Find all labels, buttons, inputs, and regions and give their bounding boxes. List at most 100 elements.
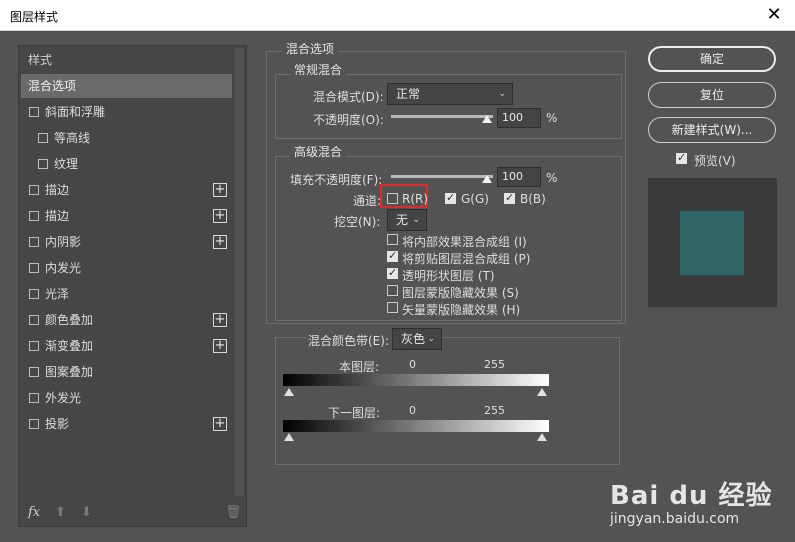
option-checkbox-vector-mask-hides[interactable] xyxy=(387,302,398,313)
ok-button[interactable]: 确定 xyxy=(648,46,776,72)
style-item-checkbox[interactable] xyxy=(29,393,39,403)
channel-g-checkbox[interactable] xyxy=(445,191,456,204)
dialog-body: 样式 混合选项 斜面和浮雕 等高线 纹理 描边 + 描边 + 内阴影 + 内发光… xyxy=(0,31,795,542)
channel-r-label[interactable]: R(R) xyxy=(402,192,428,206)
chevron-down-icon: ⌄ xyxy=(427,334,435,344)
style-item-checkbox[interactable] xyxy=(29,211,39,221)
fill-opacity-percent: % xyxy=(546,171,558,185)
underlying-layer-white-handle[interactable] xyxy=(537,433,547,441)
knockout-label: 挖空(N): xyxy=(334,215,381,229)
this-layer-label: 本图层: xyxy=(339,360,380,374)
option-label-transparency-shapes[interactable]: 透明形状图层 (T) xyxy=(402,267,495,284)
style-item-inner-glow[interactable]: 内发光 xyxy=(21,256,232,280)
style-item-checkbox[interactable] xyxy=(29,419,39,429)
knockout-select[interactable]: 无 ⌄ xyxy=(387,209,427,231)
opacity-input[interactable]: 100 xyxy=(497,108,541,128)
style-item-label: 内阴影 xyxy=(45,235,82,249)
style-item-checkbox[interactable] xyxy=(29,367,39,377)
style-list-scrollbar[interactable] xyxy=(233,48,245,496)
this-layer-max: 255 xyxy=(484,358,505,371)
style-item-inner-shadow[interactable]: 内阴影 + xyxy=(21,230,232,254)
style-item-checkbox[interactable] xyxy=(29,315,39,325)
watermark-brand: Bai du 经验 xyxy=(610,481,773,511)
preview-swatch xyxy=(680,211,744,275)
style-item-blending-options[interactable]: 混合选项 xyxy=(21,74,232,98)
channel-r-checkbox[interactable] xyxy=(387,193,398,204)
general-blending-title: 常规混合 xyxy=(290,61,347,78)
style-item-satin[interactable]: 光泽 xyxy=(21,282,232,306)
close-icon[interactable]: ✕ xyxy=(761,2,787,28)
reset-button[interactable]: 复位 xyxy=(648,82,776,108)
style-item-stroke-1[interactable]: 描边 + xyxy=(21,178,232,202)
add-effect-icon[interactable]: + xyxy=(213,313,227,327)
style-item-label: 等高线 xyxy=(54,131,91,145)
option-checkbox-layer-mask-hides[interactable] xyxy=(387,285,398,296)
style-item-outer-glow[interactable]: 外发光 xyxy=(21,386,232,410)
underlying-layer-label: 下一图层: xyxy=(328,406,381,420)
fill-opacity-slider-handle[interactable] xyxy=(482,175,492,183)
style-item-checkbox[interactable] xyxy=(29,237,39,247)
option-checkbox-transparency-shapes[interactable] xyxy=(387,266,398,279)
option-label-blend-clipped[interactable]: 将剪贴图层混合成组 (P) xyxy=(402,250,530,267)
channel-g-label[interactable]: G(G) xyxy=(461,192,489,206)
style-item-color-overlay[interactable]: 颜色叠加 + xyxy=(21,308,232,332)
title-bar: 图层样式 ✕ xyxy=(0,0,795,31)
style-item-drop-shadow[interactable]: 投影 + xyxy=(21,412,232,436)
opacity-slider-handle[interactable] xyxy=(482,115,492,123)
style-item-gradient-overlay[interactable]: 渐变叠加 + xyxy=(21,334,232,358)
style-item-checkbox[interactable] xyxy=(38,133,48,143)
opacity-slider-track[interactable] xyxy=(391,115,493,118)
style-item-stroke-2[interactable]: 描边 + xyxy=(21,204,232,228)
blend-mode-select[interactable]: 正常 ⌄ xyxy=(387,83,513,105)
fill-opacity-slider-track[interactable] xyxy=(391,175,493,178)
blend-if-select[interactable]: 灰色 ⌄ xyxy=(392,328,442,350)
underlying-layer-black-handle[interactable] xyxy=(284,433,294,441)
this-layer-black-handle[interactable] xyxy=(284,388,294,396)
option-label-layer-mask-hides[interactable]: 图层蒙版隐藏效果 (S) xyxy=(402,284,519,301)
style-item-pattern-overlay[interactable]: 图案叠加 xyxy=(21,360,232,384)
trash-icon[interactable]: 🗑 xyxy=(225,505,242,520)
option-label-blend-interior[interactable]: 将内部效果混合成组 (I) xyxy=(402,233,527,250)
move-up-icon[interactable]: ⬆ xyxy=(55,505,66,520)
style-item-label: 描边 xyxy=(45,183,70,197)
this-layer-white-handle[interactable] xyxy=(537,388,547,396)
style-item-bevel-emboss[interactable]: 斜面和浮雕 xyxy=(21,100,232,124)
style-item-label: 颜色叠加 xyxy=(45,313,94,327)
style-list-toolbar: fx ⬆ ⬇ 🗑 xyxy=(19,501,246,527)
fill-opacity-input[interactable]: 100 xyxy=(497,167,541,187)
style-item-checkbox[interactable] xyxy=(38,159,48,169)
blend-mode-label: 混合模式(D): xyxy=(313,90,384,104)
style-item-texture[interactable]: 纹理 xyxy=(21,152,232,176)
channel-b-checkbox[interactable] xyxy=(504,191,515,204)
new-style-button[interactable]: 新建样式(W)... xyxy=(648,117,776,143)
preview-checkbox[interactable] xyxy=(676,151,687,164)
underlying-layer-max: 255 xyxy=(484,404,505,417)
style-item-checkbox[interactable] xyxy=(29,107,39,117)
move-down-icon[interactable]: ⬇ xyxy=(81,505,92,520)
this-layer-min: 0 xyxy=(409,358,416,371)
style-item-checkbox[interactable] xyxy=(29,263,39,273)
style-item-checkbox[interactable] xyxy=(29,341,39,351)
style-item-label: 投影 xyxy=(45,417,70,431)
fx-icon[interactable]: fx xyxy=(28,505,40,520)
style-item-checkbox[interactable] xyxy=(29,289,39,299)
style-item-checkbox[interactable] xyxy=(29,185,39,195)
option-checkbox-blend-clipped[interactable] xyxy=(387,249,398,262)
channel-b-label[interactable]: B(B) xyxy=(520,192,546,206)
style-item-contour[interactable]: 等高线 xyxy=(21,126,232,150)
add-effect-icon[interactable]: + xyxy=(213,339,227,353)
style-list-header[interactable]: 样式 xyxy=(21,48,232,72)
blend-if-group xyxy=(275,337,620,465)
option-label-vector-mask-hides[interactable]: 矢量蒙版隐藏效果 (H) xyxy=(402,301,520,318)
preview-label[interactable]: 预览(V) xyxy=(694,152,736,169)
knockout-value: 无 xyxy=(396,213,409,227)
add-effect-icon[interactable]: + xyxy=(213,209,227,223)
option-checkbox-blend-interior[interactable] xyxy=(387,234,398,245)
add-effect-icon[interactable]: + xyxy=(213,235,227,249)
blending-options-title: 混合选项 xyxy=(282,40,339,57)
underlying-layer-min: 0 xyxy=(409,404,416,417)
opacity-label: 不透明度(O): xyxy=(313,113,384,127)
add-effect-icon[interactable]: + xyxy=(213,417,227,431)
scrollbar-thumb[interactable] xyxy=(234,48,244,496)
add-effect-icon[interactable]: + xyxy=(213,183,227,197)
